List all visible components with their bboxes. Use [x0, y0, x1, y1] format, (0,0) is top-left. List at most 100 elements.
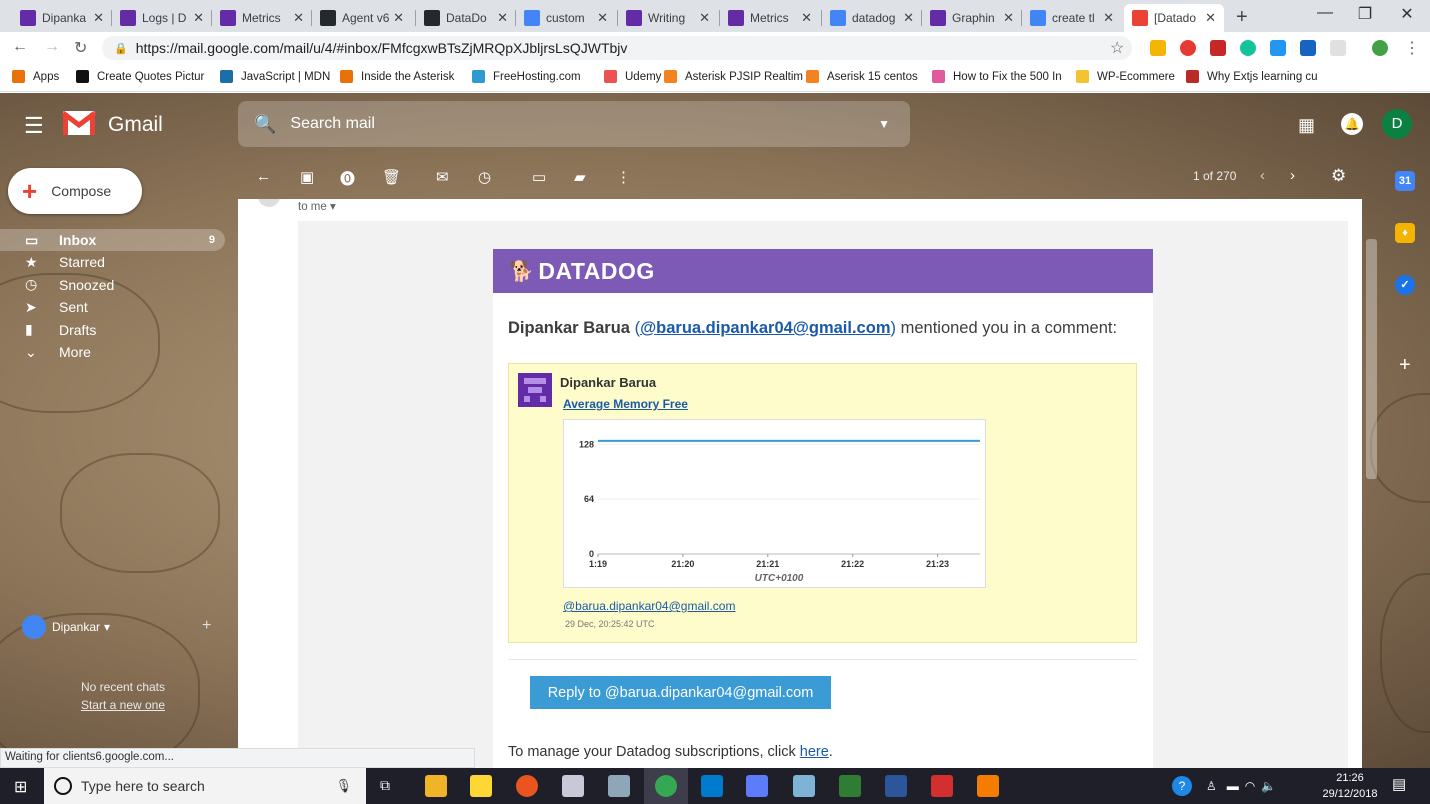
wifi-icon[interactable]: ◠ [1245, 779, 1255, 793]
hangouts-user[interactable]: Dipankar ▾ [22, 615, 110, 639]
bookmark-item[interactable]: How to Fix the 500 In [932, 70, 1062, 83]
google-apps-icon[interactable]: ▦ [1298, 115, 1315, 136]
back-to-inbox-icon[interactable]: ← [256, 168, 271, 185]
keep-icon[interactable]: ♦ [1395, 223, 1415, 243]
reload-icon[interactable]: ↻ [74, 38, 87, 58]
action-center-icon[interactable]: ▤ [1392, 775, 1406, 793]
report-spam-icon[interactable]: ⓿ [340, 168, 355, 189]
back-icon[interactable]: ← [12, 38, 28, 56]
close-tab-icon[interactable]: ✕ [801, 10, 812, 26]
sublime-icon[interactable] [977, 775, 999, 797]
microphone-icon[interactable]: 🎙 [335, 778, 352, 794]
close-tab-icon[interactable]: ✕ [903, 10, 914, 26]
close-tab-icon[interactable]: ✕ [293, 10, 304, 26]
close-tab-icon[interactable]: ✕ [1103, 10, 1114, 26]
close-tab-icon[interactable]: ✕ [1205, 10, 1216, 26]
tab-2[interactable]: Logs | D ✕ [112, 4, 212, 32]
file-explorer-icon[interactable] [425, 775, 447, 797]
extension-icon[interactable] [1330, 40, 1346, 56]
app-icon[interactable] [793, 775, 815, 797]
app-icon[interactable] [562, 775, 584, 797]
next-page-icon[interactable]: › [1290, 167, 1295, 184]
new-tab-button[interactable]: + [1236, 6, 1248, 29]
sidebar-item-starred[interactable]: ★ Starred [0, 251, 225, 273]
tab-11[interactable]: create tl ✕ [1022, 4, 1122, 32]
bookmark-item[interactable]: JavaScript | MDN [220, 70, 330, 83]
volume-icon[interactable]: 🔈 [1261, 779, 1276, 793]
extension-icon[interactable] [1270, 40, 1286, 56]
delete-icon[interactable]: 🗑 [382, 168, 401, 186]
task-view-icon[interactable]: ⧉ [380, 777, 390, 794]
system-clock[interactable]: 21:26 29/12/2018 [1318, 770, 1382, 802]
vscode-icon[interactable] [701, 775, 723, 797]
close-tab-icon[interactable]: ✕ [1003, 10, 1014, 26]
more-actions-icon[interactable]: ⋮ [616, 168, 631, 186]
snooze-icon[interactable]: ◷ [478, 168, 491, 186]
sidebar-item-snoozed[interactable]: ◷ Snoozed [0, 274, 225, 296]
close-window-button[interactable]: ✕ [1384, 4, 1430, 24]
windows-start-icon[interactable]: ⊞ [14, 777, 27, 797]
extension-icon[interactable] [1210, 40, 1226, 56]
virtualbox-icon[interactable] [746, 775, 768, 797]
archive-icon[interactable]: ▣ [300, 168, 314, 186]
extension-icon[interactable] [1150, 40, 1166, 56]
tab-6[interactable]: custom ✕ [516, 4, 616, 32]
tab-8[interactable]: Metrics ✕ [720, 4, 820, 32]
search-box[interactable]: 🔍 Search mail ▼ [238, 101, 910, 147]
bookmark-item[interactable]: WP-Ecommere [1076, 70, 1175, 83]
sidebar-item-drafts[interactable]: ▮ Drafts [0, 319, 225, 341]
notifications-icon[interactable]: 🔔 [1341, 113, 1363, 135]
tab-10[interactable]: Graphin ✕ [922, 4, 1022, 32]
address-bar[interactable]: 🔒 https://mail.google.com/mail/u/4/#inbo… [102, 36, 1132, 60]
close-tab-icon[interactable]: ✕ [93, 10, 104, 26]
sidebar-item-sent[interactable]: ➤ Sent [0, 296, 225, 318]
close-tab-icon[interactable]: ✕ [497, 10, 508, 26]
sidebar-item-more[interactable]: ⌄ More [0, 341, 225, 363]
close-tab-icon[interactable]: ✕ [597, 10, 608, 26]
close-tab-icon[interactable]: ✕ [193, 10, 204, 26]
new-chat-button[interactable]: + [202, 617, 211, 635]
recipient-line[interactable]: to me ▾ [298, 199, 336, 213]
people-icon[interactable]: ♙ [1206, 779, 1217, 793]
bookmark-item[interactable]: Asterisk PJSIP Realtim [664, 70, 803, 83]
tab-7[interactable]: Writing ✕ [618, 4, 718, 32]
prev-page-icon[interactable]: ‹ [1260, 167, 1265, 184]
extension-icon[interactable] [1300, 40, 1316, 56]
settings-gear-icon[interactable]: ⚙ [1331, 166, 1346, 186]
move-to-icon[interactable]: ▭ [532, 168, 546, 186]
get-addons-icon[interactable]: + [1399, 354, 1411, 377]
bookmark-item[interactable]: Why Extjs learning cu [1186, 70, 1318, 83]
search-icon[interactable]: 🔍 [254, 114, 276, 135]
tab-4[interactable]: Agent v6 ✕ [312, 4, 412, 32]
bookmark-item[interactable]: Aserisk 15 centos [806, 70, 918, 83]
sticky-notes-icon[interactable] [470, 775, 492, 797]
tasks-icon[interactable]: ✓ [1395, 275, 1415, 295]
opera-extension-icon[interactable] [1180, 40, 1196, 56]
bookmark-item[interactable]: Inside the Asterisk [340, 70, 454, 83]
acrobat-icon[interactable] [931, 775, 953, 797]
reply-button[interactable]: Reply to @barua.dipankar04@gmail.com [530, 676, 831, 709]
memory-graph[interactable]: 0 64 128 1:19 21:20 21:21 21:22 21:23 UTC+0100 [563, 419, 986, 588]
app-icon[interactable] [608, 775, 630, 797]
menu-dots-icon[interactable]: ⋮ [1404, 38, 1420, 58]
graph-title-link[interactable]: Average Memory Free [563, 397, 688, 411]
comment-email-link[interactable]: @barua.dipankar04@gmail.com [563, 599, 735, 613]
extension-icon[interactable] [1372, 40, 1388, 56]
main-menu-icon[interactable]: ☰ [24, 113, 44, 139]
ubuntu-icon[interactable] [516, 775, 538, 797]
close-tab-icon[interactable]: ✕ [699, 10, 710, 26]
sidebar-item-inbox[interactable]: ▭ Inbox 9 [0, 229, 225, 251]
battery-icon[interactable]: ▬ [1227, 779, 1239, 793]
account-avatar[interactable]: D [1382, 109, 1412, 139]
message-scrollbar[interactable] [1366, 239, 1377, 479]
git-icon[interactable] [839, 775, 861, 797]
compose-button[interactable]: + Compose [8, 168, 142, 214]
tab-9[interactable]: datadog ✕ [822, 4, 922, 32]
search-options-icon[interactable]: ▼ [878, 117, 890, 131]
tab-5[interactable]: DataDo ✕ [416, 4, 516, 32]
tab-1[interactable]: Dipanka ✕ [12, 4, 112, 32]
maximize-button[interactable]: ❐ [1342, 4, 1388, 24]
close-tab-icon[interactable]: ✕ [393, 10, 404, 26]
bookmark-item[interactable]: Udemy [604, 70, 661, 83]
label-icon[interactable]: ▰ [574, 168, 586, 186]
